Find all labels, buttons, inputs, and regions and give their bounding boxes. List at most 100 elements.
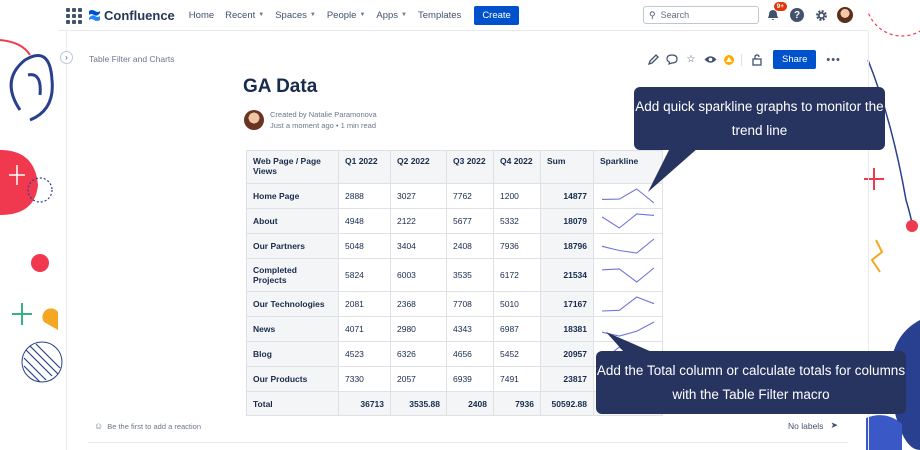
sum-cell: 18796 [540, 233, 594, 259]
column-header[interactable]: Sum [540, 150, 594, 184]
sparkline-line [601, 267, 655, 283]
table-cell: 7762 [446, 183, 494, 209]
nav-icon-group: 9+ ? [764, 2, 860, 24]
tag-icon[interactable]: ➤ [830, 420, 838, 431]
total-label: Total [246, 391, 339, 416]
nav-spaces-label: Spaces [275, 9, 307, 21]
column-header[interactable]: Q4 2022 [493, 150, 541, 184]
table-row: News 4071 2980 4343 6987 18381 [246, 316, 663, 342]
comment-button[interactable] [665, 53, 679, 67]
nav-templates[interactable]: Templates [418, 10, 461, 21]
sum-cell: 17167 [540, 291, 594, 317]
confluence-logo[interactable]: Confluence [88, 8, 175, 23]
smiley-icon: ☺ [94, 421, 104, 431]
chevron-down-icon: ▼ [401, 12, 407, 18]
notification-badge: 9+ [773, 2, 787, 11]
nav-home[interactable]: Home [189, 10, 214, 21]
row-page-name: Our Technologies [246, 291, 339, 317]
column-header[interactable]: Q1 2022 [338, 150, 391, 184]
chevron-down-icon: ▼ [258, 12, 265, 18]
sparkline-cell [593, 291, 663, 317]
star-button[interactable]: ☆ [684, 53, 698, 67]
table-cell: 4656 [446, 341, 494, 367]
nav-apps-label: Apps [376, 9, 399, 21]
column-header[interactable]: Q2 2022 [390, 150, 447, 184]
sum-cell: 18079 [540, 208, 594, 234]
row-page-name: About [246, 208, 339, 234]
sparkline-line [601, 213, 655, 229]
create-button[interactable]: Create [474, 5, 519, 25]
table-cell: 7708 [446, 291, 494, 317]
table-cell: 3027 [390, 183, 447, 209]
search-input[interactable]: ⚲ Search [643, 6, 759, 24]
table-cell: 5677 [446, 208, 494, 234]
table-cell: 1200 [493, 183, 541, 209]
table-cell: 4071 [338, 316, 391, 342]
add-reaction-button[interactable]: ☺ Be the first to add a reaction [94, 421, 201, 431]
column-header[interactable]: Q3 2022 [446, 150, 494, 184]
expand-sidebar-button[interactable]: › [60, 51, 73, 64]
edit-button[interactable] [646, 53, 660, 67]
table-row: About 4948 2122 5677 5332 18079 [246, 208, 663, 234]
nav-spaces[interactable]: Spaces ▼ [275, 10, 316, 21]
nav-people[interactable]: People ▼ [327, 10, 366, 21]
table-cell: 2122 [390, 208, 447, 234]
row-page-name: News [246, 316, 339, 342]
sum-cell: 14877 [540, 183, 594, 209]
total-cell: 50592.88 [540, 391, 594, 416]
table-cell: 5452 [493, 341, 541, 367]
more-actions-icon[interactable]: ••• [826, 54, 841, 66]
table-row: Completed Projects 5824 6003 3535 6172 21534 [246, 258, 663, 292]
column-header[interactable]: Web Page / Page Views [246, 150, 339, 184]
nav-templates-label: Templates [418, 9, 462, 21]
table-cell: 6172 [493, 258, 541, 292]
sparkline-chart [601, 296, 655, 312]
footer-divider [88, 442, 848, 443]
notifications-button[interactable]: 9+ [764, 2, 787, 24]
table-cell: 2081 [338, 291, 391, 317]
sparkline-line [601, 296, 655, 312]
table-row: Our Partners 5048 3404 2408 7936 18796 [246, 233, 663, 259]
sparkline-cell [593, 208, 663, 234]
table-cell: 3404 [390, 233, 447, 259]
table-cell: 6326 [390, 341, 447, 367]
sparkline-chart [601, 238, 655, 254]
logo-text: Confluence [104, 7, 175, 23]
sum-cell: 23817 [540, 366, 594, 392]
watch-button[interactable] [703, 53, 717, 67]
table-cell: 4343 [446, 316, 494, 342]
share-button[interactable]: Share [773, 50, 817, 69]
nav-recent[interactable]: Recent ▼ [225, 10, 264, 21]
app-extension-button[interactable] [722, 53, 736, 67]
settings-button[interactable] [812, 6, 830, 24]
table-cell: 6939 [446, 366, 494, 392]
table-cell: 3535 [446, 258, 494, 292]
row-page-name: Home Page [246, 183, 339, 209]
chevron-right-icon: › [65, 53, 68, 62]
apps-grid-icon[interactable] [64, 6, 82, 24]
restrictions-button[interactable] [750, 53, 764, 67]
table-cell: 2368 [390, 291, 447, 317]
sparkline-chart [601, 213, 655, 229]
top-navigation-bar: Confluence Home Recent ▼ Spaces ▼ People ▼ … [58, 0, 868, 31]
author-avatar[interactable] [244, 110, 264, 130]
lock-icon [752, 53, 762, 66]
labels-section[interactable]: No labels ➤ [788, 420, 838, 431]
total-cell: 36713 [338, 391, 391, 416]
search-icon: ⚲ [649, 9, 656, 20]
star-icon: ☆ [686, 54, 696, 65]
table-cell: 5048 [338, 233, 391, 259]
profile-button[interactable] [836, 6, 854, 24]
breadcrumb[interactable]: Table Filter and Charts [89, 54, 175, 64]
totals-callout: Add the Total column or calculate totals… [596, 351, 906, 414]
sparkline-chart [601, 267, 655, 283]
table-cell: 2980 [390, 316, 447, 342]
sum-cell: 18381 [540, 316, 594, 342]
author-line: Created by Natalie Paramonova [270, 110, 377, 119]
nav-apps[interactable]: Apps ▼ [376, 10, 407, 21]
help-button[interactable]: ? [788, 6, 806, 24]
sparkline-line [601, 238, 655, 254]
page-toolbar: ☆ Share ••• [646, 50, 841, 69]
row-page-name: Our Partners [246, 233, 339, 259]
pencil-icon [647, 54, 659, 65]
